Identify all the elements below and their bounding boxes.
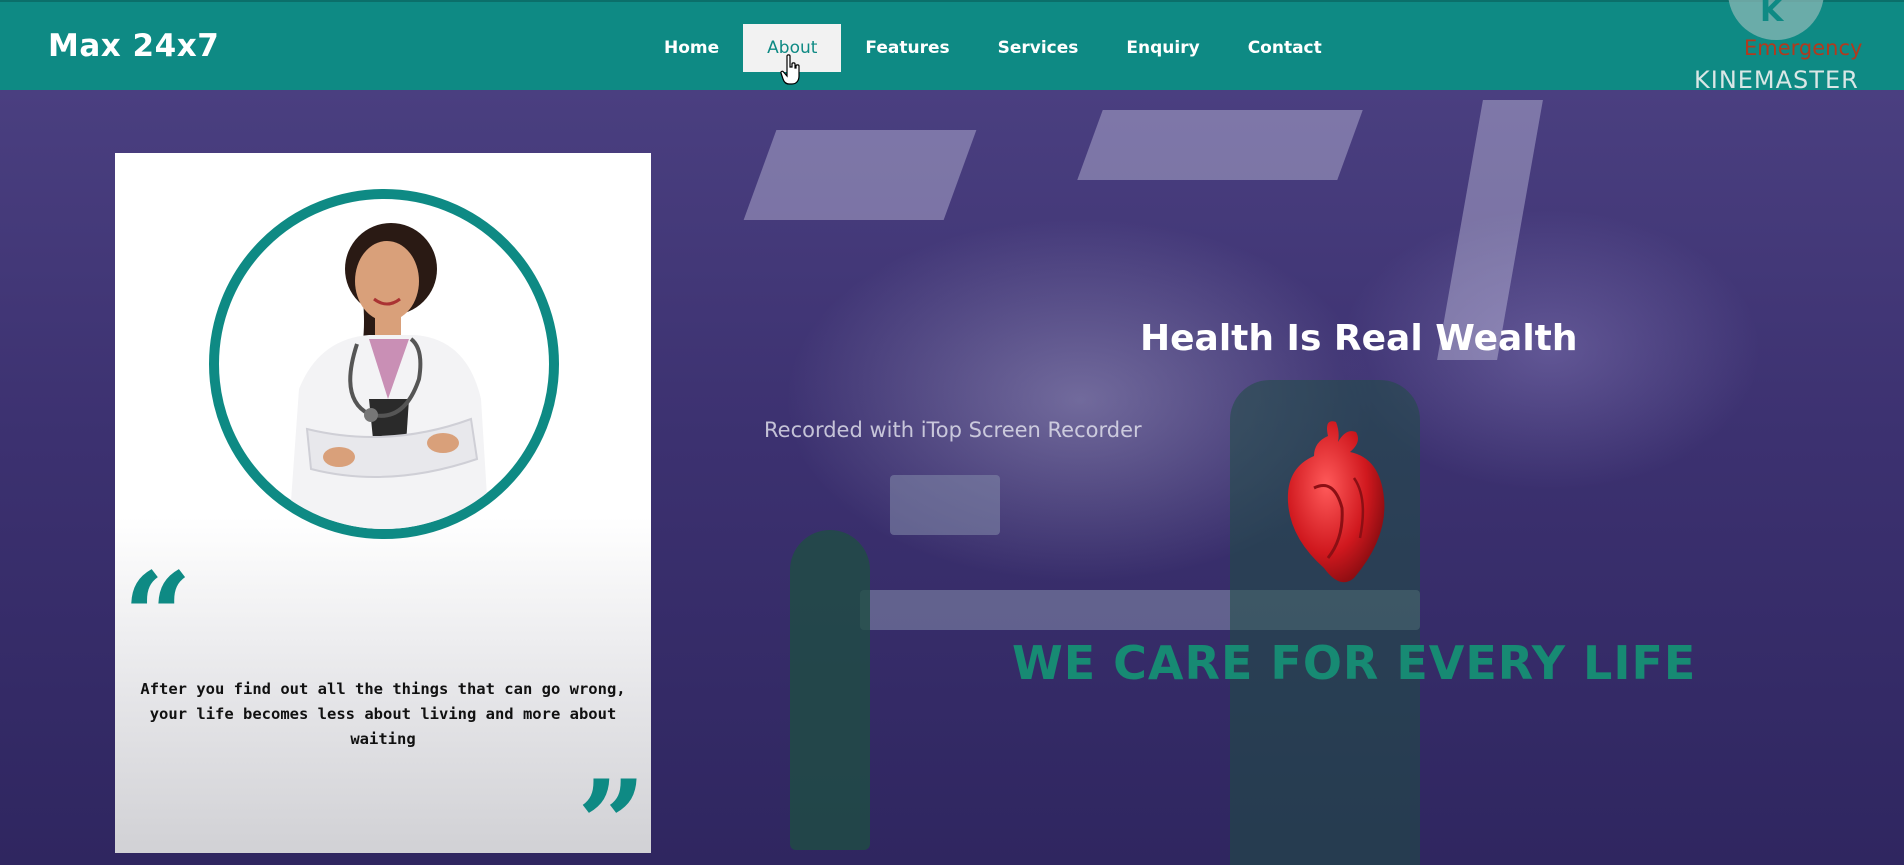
brand-logo[interactable]: Max 24x7 (48, 28, 219, 64)
heart-icon (1287, 421, 1385, 583)
doctor-avatar (209, 189, 559, 539)
hand-cursor-icon (780, 54, 800, 85)
recorder-watermark: Recorded with iTop Screen Recorder (764, 418, 1142, 442)
nav-contact[interactable]: Contact (1224, 24, 1346, 72)
doctor-photo (289, 223, 489, 529)
hero-tagline: WE CARE FOR EVERY LIFE (1012, 636, 1697, 690)
doctor-quote-card: “ After you find out all the things that… (115, 153, 651, 865)
ceiling-light-decoration (743, 130, 977, 220)
hero-title: Health Is Real Wealth (1140, 318, 1578, 359)
emergency-label: Emergency (1744, 36, 1863, 60)
quote-close-icon: ” (577, 754, 647, 865)
main-nav: Home About Features Services Enquiry Con… (640, 24, 1346, 72)
kinemaster-logo-letter: K (1760, 0, 1784, 29)
ceiling-light-decoration (1077, 110, 1363, 180)
nav-home[interactable]: Home (640, 24, 743, 72)
quote-text: After you find out all the things that c… (115, 677, 651, 752)
quote-line-1: After you find out all the things that c… (140, 680, 626, 698)
navbar: Max 24x7 Home About Features Services En… (0, 0, 1904, 94)
nav-features[interactable]: Features (841, 24, 973, 72)
quote-open-icon: “ (123, 546, 193, 687)
nav-services[interactable]: Services (974, 24, 1103, 72)
surgeon-figure-decoration (790, 530, 870, 850)
nav-enquiry[interactable]: Enquiry (1102, 24, 1223, 72)
quote-line-2: your life becomes less about living and … (149, 705, 617, 748)
monitor-decoration (890, 475, 1000, 535)
